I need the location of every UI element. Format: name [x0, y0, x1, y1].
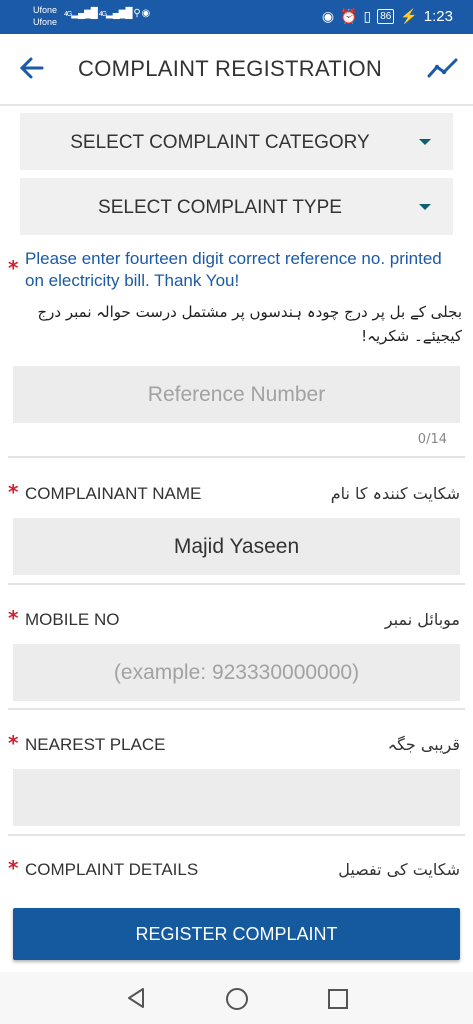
required-asterisk: * — [8, 856, 19, 880]
divider — [8, 708, 465, 710]
signal-icon: 4G▂▄▆█ 4G▂▄▆█ ⚲ ◉ — [64, 8, 150, 19]
nearest-place-label-urdu: قریبی جگہ — [387, 735, 460, 754]
carrier-2: Ufone — [33, 17, 58, 27]
vibrate-icon: ▯ — [363, 8, 372, 24]
charging-icon: ⚡ — [400, 8, 418, 24]
reference-number-input[interactable]: Reference Number — [13, 366, 460, 423]
page-title: COMPLAINT REGISTRATION — [78, 56, 383, 81]
nearest-place-label-row: * NEAREST PLACE قریبی جگہ — [8, 731, 460, 759]
complaint-type-label: SELECT COMPLAINT TYPE — [98, 197, 342, 218]
status-right: ◉ ⏰ ▯ 86 ⚡ 1:23 — [322, 8, 453, 25]
network-type-1: 4G — [64, 11, 72, 18]
battery-icon: 86 — [377, 9, 395, 24]
complaint-details-label-urdu: شکایت کی تفصیل — [338, 860, 460, 879]
required-asterisk: * — [8, 606, 19, 630]
clock: 1:23 — [423, 8, 453, 25]
complaint-type-select[interactable]: SELECT COMPLAINT TYPE — [20, 178, 453, 235]
notice-urdu: بجلی کے بل پر درج چودہ ہندسوں پر مشتمل د… — [37, 303, 462, 345]
complainant-name-label-row: * COMPLAINANT NAME شکایت کنندہ کا نام — [8, 480, 460, 508]
alarm-icon: ⏰ — [340, 8, 358, 24]
complainant-name-label-urdu: شکایت کنندہ کا نام — [330, 484, 460, 503]
divider — [8, 834, 465, 836]
reference-placeholder: Reference Number — [147, 383, 326, 406]
system-nav-bar — [0, 972, 473, 1024]
complainant-name-input[interactable]: Majid Yaseen — [13, 518, 460, 575]
notice-english: Please enter fourteen digit correct refe… — [25, 249, 442, 290]
nav-home-icon[interactable] — [226, 988, 248, 1010]
eye-icon: ◉ — [321, 8, 335, 24]
divider — [8, 583, 465, 585]
required-asterisk: * — [8, 256, 19, 280]
complaint-details-label: COMPLAINT DETAILS — [25, 860, 199, 879]
mobile-label-row: * MOBILE NO موبائل نمبر — [8, 606, 460, 634]
mobile-label: MOBILE NO — [25, 610, 120, 629]
complaint-details-label-row: * COMPLAINT DETAILS شکایت کی تفصیل — [8, 856, 460, 884]
register-complaint-button[interactable]: REGISTER COMPLAINT — [13, 908, 460, 960]
status-bar: Ufone Ufone 4G▂▄▆█ 4G▂▄▆█ ⚲ ◉ ◉ ⏰ ▯ 86 ⚡… — [0, 0, 473, 34]
dropdown-caret-icon — [419, 204, 431, 210]
reference-char-counter: 0/14 — [417, 432, 447, 447]
app-bar: COMPLAINT REGISTRATION — [0, 34, 473, 106]
carrier-names: Ufone Ufone — [33, 4, 57, 28]
mobile-placeholder: (example: 923330000000) — [113, 661, 360, 684]
complaint-category-select[interactable]: SELECT COMPLAINT CATEGORY — [20, 113, 453, 170]
required-asterisk: * — [8, 480, 19, 504]
complainant-name-label: COMPLAINANT NAME — [25, 484, 202, 503]
back-arrow-icon[interactable] — [18, 54, 46, 82]
nearest-place-label: NEAREST PLACE — [25, 735, 166, 754]
dropdown-caret-icon — [419, 139, 431, 145]
nearest-place-input[interactable] — [13, 769, 460, 826]
nav-back-icon[interactable] — [126, 987, 146, 1009]
complainant-name-value: Majid Yaseen — [173, 535, 300, 558]
mobile-number-input[interactable]: (example: 923330000000) — [13, 644, 460, 701]
mobile-label-urdu: موبائل نمبر — [384, 610, 460, 629]
divider — [8, 456, 465, 458]
required-asterisk: * — [8, 731, 19, 755]
carrier-1: Ufone — [33, 5, 58, 15]
network-type-2: 4G — [98, 11, 107, 18]
complaint-category-label: SELECT COMPLAINT CATEGORY — [70, 132, 370, 153]
nav-recents-icon[interactable] — [328, 989, 348, 1009]
trend-chart-icon[interactable] — [427, 56, 459, 80]
